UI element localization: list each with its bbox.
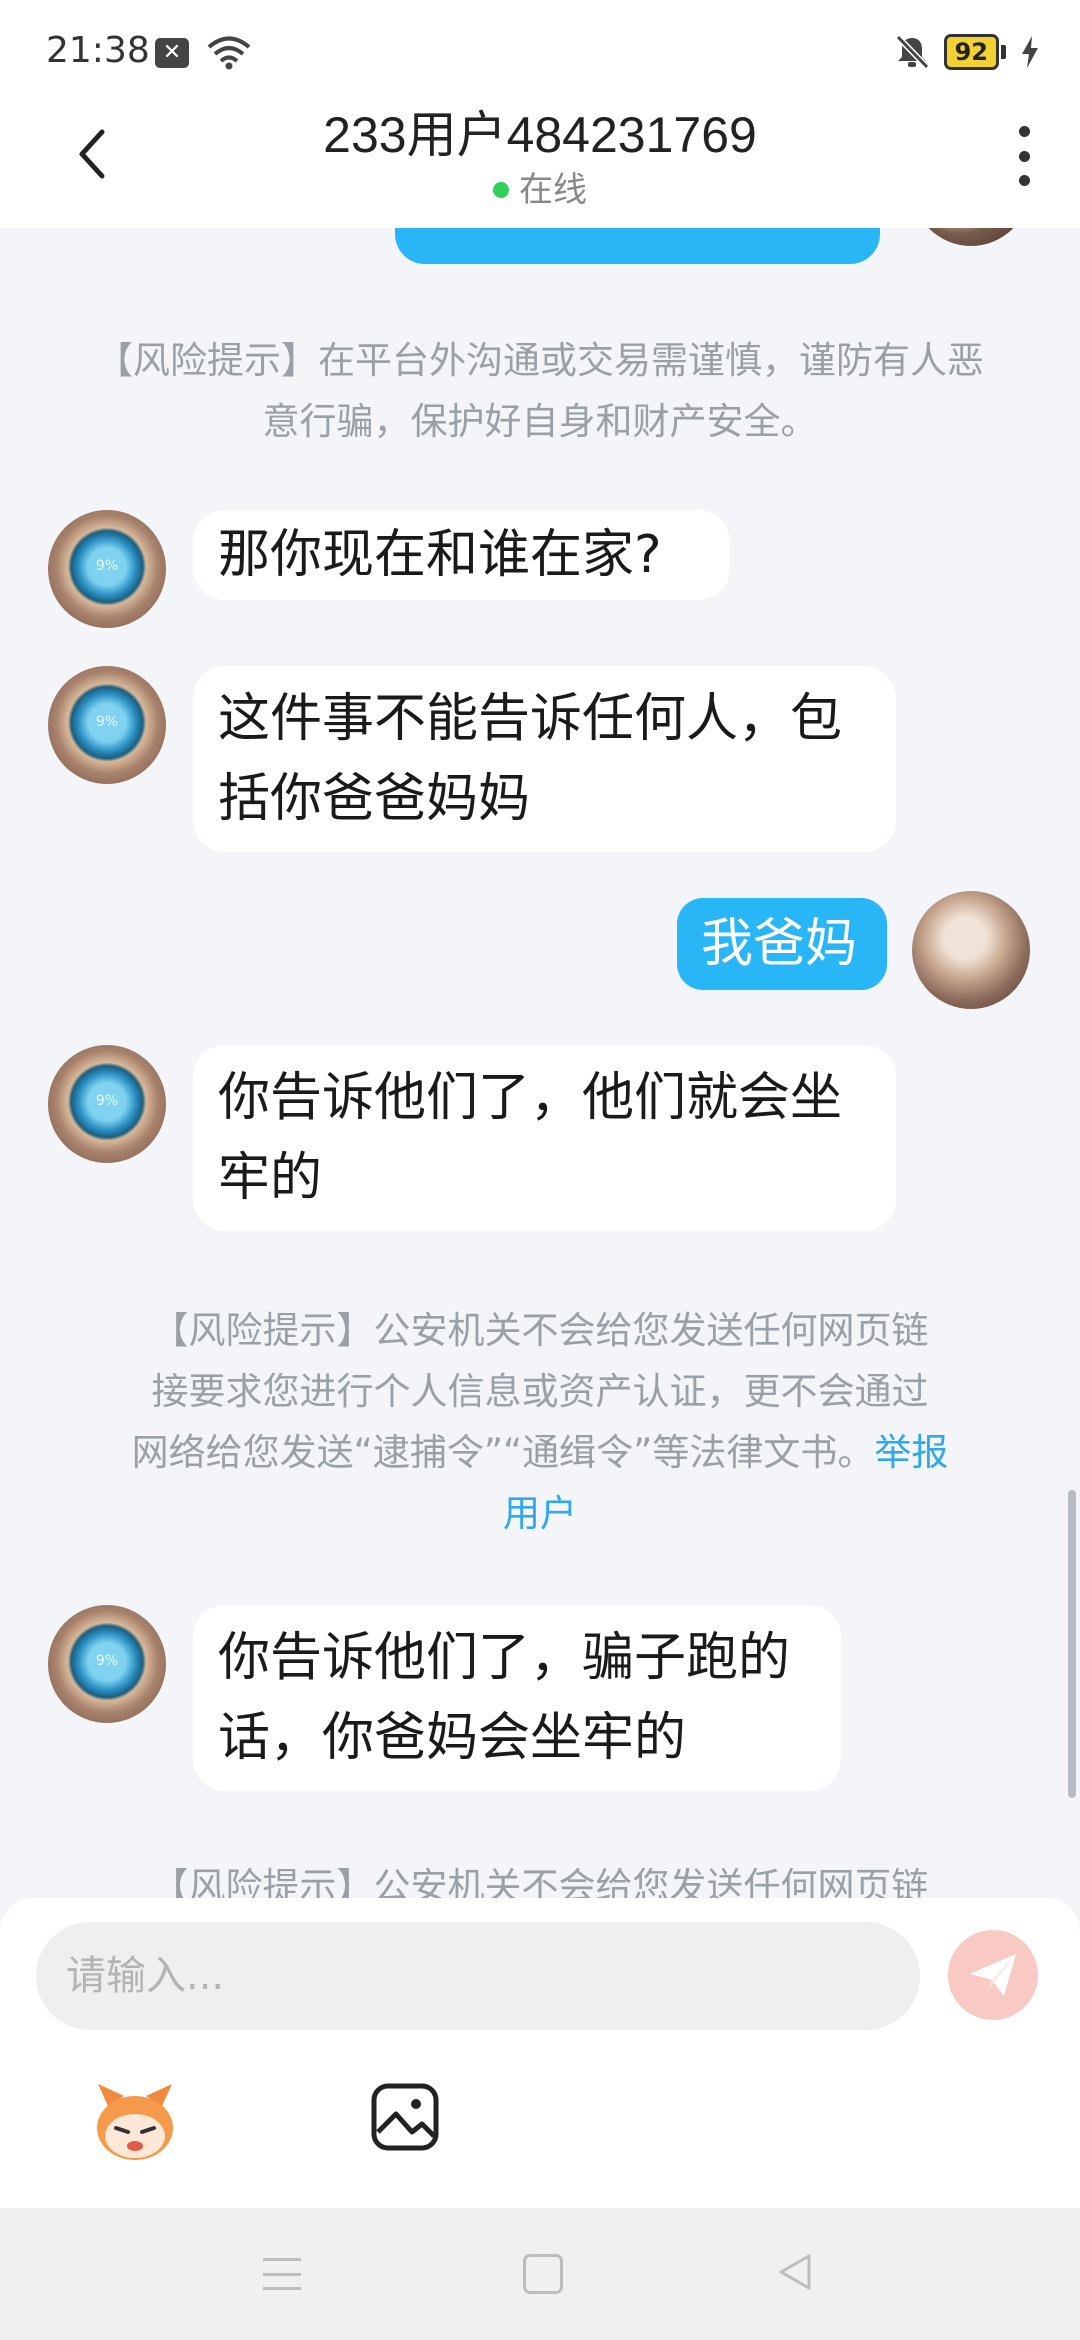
scrollbar[interactable] xyxy=(1068,1490,1076,1798)
avatar[interactable]: 9% xyxy=(48,1045,166,1163)
message-line: 牢的 xyxy=(218,1148,323,1208)
status-time: 21:38 xyxy=(46,30,150,71)
message-bubble[interactable]: 我爸妈 xyxy=(677,898,887,990)
message-bubble[interactable]: 你告诉他们了，骗子跑的 话，你爸妈会坐牢的 xyxy=(193,1605,841,1791)
message-list[interactable]: 【风险提示】在平台外沟通或交易需谨慎，谨防有人恶意行骗，保护好自身和财产安全。 … xyxy=(0,228,1080,1898)
avatar[interactable]: 9% xyxy=(48,666,166,784)
battery-level: 92 xyxy=(943,34,999,70)
previous-message-bubble xyxy=(395,228,880,264)
risk-warning: 【风险提示】公安机关不会给您发送任何网页链 xyxy=(151,1865,929,1898)
avatar[interactable] xyxy=(912,891,1030,1009)
charging-icon xyxy=(1022,36,1038,68)
message-line: 这件事不能告诉任何人，包 xyxy=(218,689,843,749)
message-line: 你告诉他们了，骗子跑的 xyxy=(218,1628,791,1688)
report-user-link[interactable]: 举报 xyxy=(874,1431,948,1474)
risk-warning: 【风险提示】公安机关不会给您发送任何网页链 接要求您进行个人信息或资产认证，更不… xyxy=(131,1309,949,1535)
message-line: 你告诉他们了，他们就会坐 xyxy=(218,1068,843,1128)
paper-plane-icon xyxy=(970,1954,1016,1996)
online-dot xyxy=(493,182,509,198)
avatar[interactable]: 9% xyxy=(48,1605,166,1723)
home-icon[interactable] xyxy=(523,2254,563,2294)
avatar[interactable]: 9% xyxy=(48,510,166,628)
battery-indicator: 92 xyxy=(943,34,1006,70)
online-status: 在线 xyxy=(200,168,880,212)
message-line: 话，你爸妈会坐牢的 xyxy=(218,1708,687,1768)
bell-muted-icon xyxy=(895,34,929,70)
back-button[interactable] xyxy=(64,124,124,184)
chevron-left-icon xyxy=(79,129,105,179)
wifi-icon xyxy=(207,36,251,70)
page-title: 233用户484231769 xyxy=(323,107,757,163)
menu-icon[interactable] xyxy=(263,2258,301,2290)
send-button[interactable] xyxy=(948,1930,1038,2020)
online-status-label: 在线 xyxy=(519,170,587,210)
avatar[interactable] xyxy=(912,228,1030,246)
image-button[interactable] xyxy=(370,2082,440,2152)
message-bubble[interactable]: 这件事不能告诉任何人，包 括你爸爸妈妈 xyxy=(193,666,896,852)
composer xyxy=(0,1898,1080,2208)
title-block: 233用户484231769 在线 xyxy=(200,102,880,212)
emoji-button[interactable] xyxy=(90,2076,180,2166)
image-icon xyxy=(371,2083,439,2151)
back-triangle-icon[interactable] xyxy=(775,2252,815,2292)
message-bubble[interactable]: 那你现在和谁在家? xyxy=(193,510,730,600)
status-icons-right: 92 xyxy=(894,34,1040,70)
more-options-button[interactable] xyxy=(1014,126,1034,186)
message-bubble[interactable]: 你告诉他们了，他们就会坐 牢的 xyxy=(193,1045,896,1231)
message-input-wrap xyxy=(36,1922,920,2030)
report-user-link[interactable]: 用户 xyxy=(503,1492,577,1535)
status-icons-left: ✕ xyxy=(155,36,251,70)
more-vertical-icon xyxy=(1018,126,1030,137)
system-navigation-bar xyxy=(0,2208,1080,2340)
status-bar: 21:38 ✕ 92 xyxy=(0,0,1080,100)
risk-warning: 【风险提示】在平台外沟通或交易需谨慎，谨防有人恶意行骗，保护好自身和财产安全。 xyxy=(96,339,984,443)
message-line: 括你爸爸妈妈 xyxy=(218,769,531,829)
mascot-emoji-icon xyxy=(97,2084,173,2160)
chat-header: 233用户484231769 在线 xyxy=(0,100,1080,228)
message-input[interactable] xyxy=(36,1922,920,2030)
notification-icon: ✕ xyxy=(155,38,189,68)
